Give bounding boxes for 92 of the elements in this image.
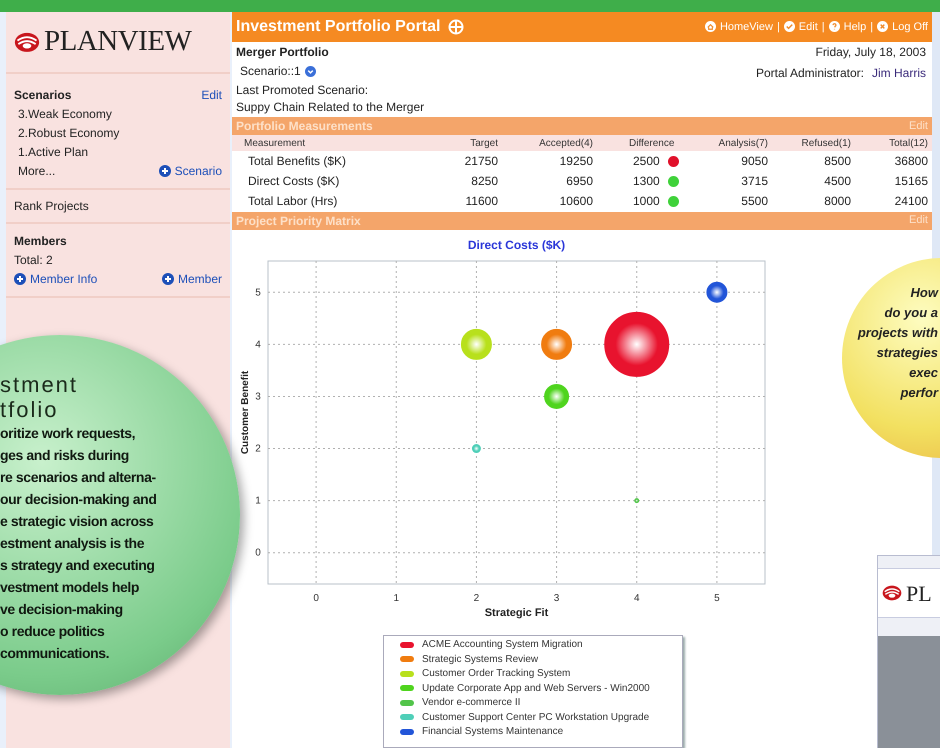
- legend-label: Customer Order Tracking System: [422, 667, 570, 682]
- y-tick-label: 4: [255, 338, 261, 350]
- section-heading: Members: [14, 233, 68, 250]
- column-header: Analysis(7): [718, 136, 769, 151]
- help-icon: [828, 21, 840, 32]
- y-axis-label: Customer Benefit: [240, 370, 251, 454]
- add-member-link[interactable]: Member: [162, 270, 222, 288]
- table-cell-text: 8250: [470, 173, 499, 190]
- legend-label: Update Corporate App and Web Servers - Win2000: [422, 682, 650, 696]
- add-scenario-link[interactable]: Scenario: [158, 162, 222, 180]
- legend-label: ACME Accounting System Migration: [422, 638, 583, 652]
- logo-icon: [14, 32, 40, 52]
- promo-heading: stment: [0, 372, 80, 397]
- edit-link[interactable]: Edit: [201, 86, 222, 104]
- table-cell-text: 24100: [894, 193, 929, 210]
- column-header: Measurement: [243, 136, 306, 151]
- table-cell-text: 21750: [464, 153, 499, 170]
- table-cell-text: 5500: [740, 193, 769, 210]
- column-header: Accepted(4): [538, 136, 594, 151]
- column-header: Total(12): [888, 136, 929, 151]
- promo-heading: tfolio: [0, 397, 60, 422]
- scenario-item[interactable]: 3.Weak Economy: [14, 105, 222, 123]
- x-tick-label: 0: [313, 592, 319, 604]
- promo-paragraph: oritize work requests, ges and risks during re scenarios and alterna- our decision-making and e strategic vision across estment analysis is the s strategy and executing vestment models help ve decision-making o reduce politics communications.: [0, 424, 156, 663]
- logo-text: PLANVIEW: [44, 24, 192, 60]
- y-tick-label: 1: [255, 495, 261, 506]
- section-title: Project Priority Matrix: [236, 212, 361, 230]
- promoted-label: Last Promoted Scenario:: [236, 82, 370, 98]
- date-text: Friday, July 18, 2003: [815, 44, 926, 60]
- nav-separator: |: [776, 20, 780, 35]
- scenario-item[interactable]: 1.Active Plan: [14, 143, 222, 161]
- section-heading: Scenarios: [14, 87, 72, 104]
- x-tick-label: 1: [393, 592, 400, 604]
- x-tick-label: 5: [714, 592, 720, 604]
- table-cell-text: 8000: [823, 193, 852, 210]
- admin-label: Portal Administrator:: [756, 66, 864, 81]
- scenario-item[interactable]: 2.Robust Economy: [14, 124, 222, 142]
- portfolio-name: Merger Portfolio: [236, 44, 330, 60]
- column-header: Target: [469, 136, 499, 151]
- table-cell-text: Direct Costs ($K): [247, 173, 340, 190]
- legend-label: Customer Support Center PC Workstation Upgrade: [422, 710, 650, 725]
- rank-projects-link[interactable]: Rank Projects: [14, 199, 89, 213]
- table-cell-text: 19250: [558, 153, 594, 170]
- table-cell-text: 8500: [823, 153, 852, 170]
- member-total: Total: 2: [14, 252, 54, 269]
- y-tick-label: 0: [255, 547, 261, 558]
- crosshair-icon: [448, 18, 464, 35]
- nav-separator: |: [822, 20, 825, 35]
- table-cell-text: 2500: [633, 153, 660, 170]
- y-tick-label: 3: [255, 390, 261, 402]
- y-tick-label: 2: [255, 443, 261, 454]
- promoted-scenario: Suppy Chain Related to the Merger: [236, 100, 424, 115]
- y-tick-label: 5: [255, 286, 261, 298]
- table-cell-text: Total Labor (Hrs): [247, 193, 338, 210]
- more-link[interactable]: More...: [14, 162, 56, 180]
- promo-question: How do you a projects with strategies exec perfor: [858, 284, 938, 402]
- table-cell-text: 11600: [464, 193, 499, 210]
- brochure-logo-text: PL: [906, 580, 932, 608]
- table-cell-text: 1000: [633, 193, 660, 210]
- table-cell-text: Total Benefits ($K): [247, 153, 348, 170]
- x-tick-label: 4: [634, 592, 640, 604]
- table-cell-text: 6950: [565, 173, 594, 190]
- info-icon: [14, 273, 26, 285]
- table-cell-text: 3715: [740, 173, 769, 190]
- x-tick-label: 2: [474, 592, 480, 604]
- close-icon: [877, 21, 888, 32]
- logo-icon: [882, 585, 902, 601]
- chevron-down-icon[interactable]: [304, 66, 316, 77]
- member-info-link[interactable]: Member Info: [14, 270, 98, 288]
- table-cell-text: 15165: [894, 173, 929, 190]
- table-cell-text: 1300: [633, 173, 660, 190]
- nav-separator: |: [870, 20, 874, 35]
- section-title: Portfolio Measurements: [236, 118, 373, 136]
- plus-icon: [162, 273, 174, 285]
- chart-title: Direct Costs ($K): [468, 238, 566, 252]
- x-axis-label: Strategic Fit: [484, 606, 548, 619]
- legend-label: Strategic Systems Review: [422, 652, 538, 667]
- table-cell-text: 36800: [894, 153, 929, 170]
- portal-title: Investment Portfolio Portal: [236, 16, 440, 37]
- table-cell-text: 10600: [558, 193, 594, 210]
- home-icon: [704, 21, 716, 32]
- column-header: Difference: [628, 136, 676, 151]
- legend-label: Financial Systems Maintenance: [422, 725, 564, 740]
- column-header: Refused(1): [800, 136, 852, 151]
- plus-icon: [158, 165, 171, 177]
- admin-name: Jim Harris: [872, 66, 926, 81]
- table-cell-text: 4500: [823, 173, 852, 190]
- scenario-label: Scenario::1: [240, 64, 301, 79]
- x-tick-label: 3: [554, 592, 560, 604]
- legend-label: Vendor e-commerce II: [422, 696, 520, 710]
- check-icon: [784, 21, 795, 32]
- table-cell-text: 9050: [740, 153, 769, 170]
